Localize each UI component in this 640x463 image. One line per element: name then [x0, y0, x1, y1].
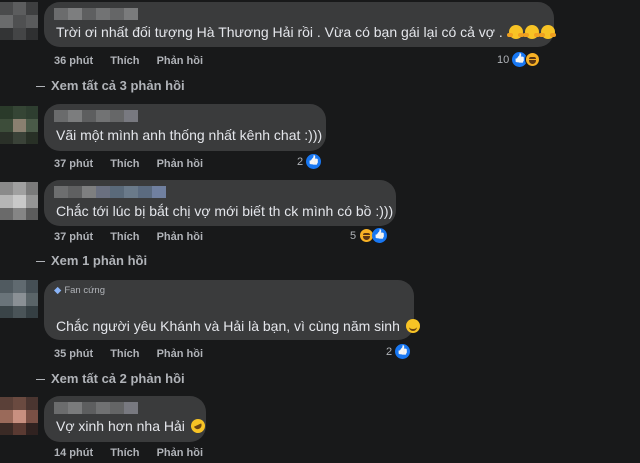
like-icon — [306, 154, 322, 169]
reaction-summary[interactable]: 2 — [297, 154, 322, 169]
comment-timestamp[interactable]: 35 phút — [54, 348, 93, 360]
commenter-name-blurred[interactable] — [54, 109, 138, 122]
reaction-summary[interactable]: 2 — [386, 344, 411, 359]
reply-arrow-icon — [36, 379, 45, 381]
commenter-name-blurred[interactable] — [54, 185, 166, 198]
view-replies-link[interactable]: Xem tất cả 3 phản hồi — [36, 78, 185, 93]
reaction-summary[interactable]: 10 — [497, 52, 541, 67]
slightly-smiling-face-icon — [405, 319, 420, 333]
comment-text: Vợ xinh hơn nha Hải — [56, 416, 208, 436]
like-button[interactable]: Thích — [110, 158, 139, 170]
comment-bubble: Vãi một mình anh thống nhất kênh chat :)… — [44, 104, 326, 151]
comment-bubble: Chắc tới lúc bị bắt chị vợ mới biết th c… — [44, 180, 396, 226]
like-button[interactable]: Thích — [110, 231, 139, 243]
reply-button[interactable]: Phản hồi — [157, 55, 203, 67]
avatar[interactable] — [0, 106, 38, 144]
reaction-count: 5 — [350, 229, 357, 242]
reply-button[interactable]: Phản hồi — [157, 231, 203, 243]
rolling-on-floor-laughing-icon — [188, 416, 208, 436]
comment-actions: 37 phút Thích Phản hồi — [54, 231, 217, 243]
avatar[interactable] — [0, 280, 38, 318]
diamond-icon: ◆ — [54, 285, 62, 296]
haha-icon — [525, 52, 541, 67]
comment-actions: 37 phút Thích Phản hồi — [54, 158, 217, 170]
reaction-summary[interactable]: 5 — [350, 228, 388, 243]
comment-actions: 36 phút Thích Phản hồi — [54, 55, 217, 67]
reply-button[interactable]: Phản hồi — [157, 158, 203, 170]
comment-bubble: Trời ơi nhất đối tượng Hà Thương Hải rồi… — [44, 2, 555, 47]
view-replies-link[interactable]: Xem 1 phản hồi — [36, 253, 147, 268]
reaction-count: 10 — [497, 53, 510, 66]
like-icon — [395, 344, 411, 359]
avatar[interactable] — [0, 397, 38, 435]
comment-bubble: ◆ Fan cứng Chắc người yêu Khánh và Hải là… — [44, 280, 420, 340]
hugging-face-icon — [522, 25, 539, 39]
reaction-count: 2 — [297, 155, 304, 168]
avatar[interactable] — [0, 182, 38, 220]
reply-arrow-icon — [36, 261, 45, 263]
hugging-face-icon — [506, 25, 523, 39]
comment-actions: 14 phút Thích Phản hồi — [54, 447, 217, 459]
like-button[interactable]: Thích — [110, 55, 139, 67]
view-replies-link[interactable]: Xem tất cả 2 phản hồi — [36, 371, 185, 386]
comment-text: Chắc tới lúc bị bắt chị vợ mới biết th c… — [56, 203, 394, 219]
like-button[interactable]: Thích — [110, 348, 139, 360]
comment-timestamp[interactable]: 37 phút — [54, 231, 93, 243]
reply-button[interactable]: Phản hồi — [157, 348, 203, 360]
commenter-name-blurred[interactable] — [54, 7, 138, 20]
comment-timestamp[interactable]: 36 phút — [54, 55, 93, 67]
like-icon — [372, 228, 388, 243]
reply-button[interactable]: Phản hồi — [157, 447, 203, 459]
reply-arrow-icon — [36, 86, 45, 88]
reaction-count: 2 — [386, 345, 393, 358]
comment-timestamp[interactable]: 14 phút — [54, 447, 93, 459]
fan-badge: ◆ Fan cứng — [54, 285, 105, 296]
hugging-face-icon — [538, 25, 555, 39]
avatar[interactable] — [0, 2, 38, 40]
comment-actions: 35 phút Thích Phản hồi — [54, 348, 217, 360]
commenter-name-blurred[interactable] — [54, 401, 138, 414]
comment-text: Vãi một mình anh thống nhất kênh chat :)… — [56, 127, 323, 143]
like-button[interactable]: Thích — [110, 447, 139, 459]
comment-bubble: Vợ xinh hơn nha Hải — [44, 396, 208, 442]
comment-text: Trời ơi nhất đối tượng Hà Thương Hải rồi… — [56, 23, 555, 41]
comment-text: Chắc người yêu Khánh và Hải là bạn, vì c… — [56, 317, 420, 335]
comment-timestamp[interactable]: 37 phút — [54, 158, 93, 170]
